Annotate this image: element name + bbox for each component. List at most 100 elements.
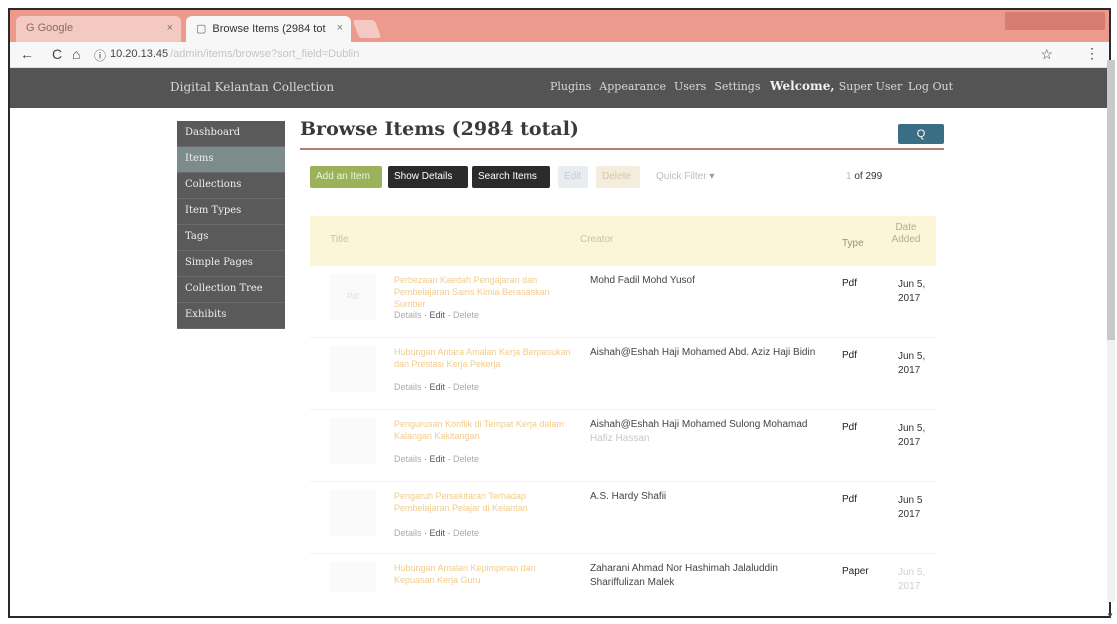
delete-link[interactable]: Delete xyxy=(453,310,479,320)
creator-name-extra: Shariffulizan Malek xyxy=(590,577,675,588)
item-thumbnail[interactable] xyxy=(330,562,376,592)
details-link[interactable]: Details xyxy=(394,528,422,538)
show-details-button[interactable]: Show Details xyxy=(388,166,468,188)
nav-appearance[interactable]: Appearance xyxy=(599,80,666,93)
quick-filter-dropdown[interactable]: Quick Filter ▾ xyxy=(656,171,714,182)
item-thumbnail[interactable]: Pdf xyxy=(330,274,376,320)
welcome-label: Welcome, xyxy=(770,79,835,93)
row-actions: Details · Edit · Delete xyxy=(394,454,480,464)
admin-sidebar: Dashboard Items Collections Item Types T… xyxy=(177,121,285,329)
back-arrow-icon[interactable]: ← xyxy=(20,46,34,62)
url-path: /admin/items/browse?sort_field=Dublin xyxy=(170,48,360,60)
info-icon[interactable]: ⓘ xyxy=(94,47,106,64)
column-creator[interactable]: Creator xyxy=(580,234,613,245)
item-title-link[interactable]: Hubungan Amalan Kepimpinan dan Kepuasan … xyxy=(394,562,572,586)
creator-name: Aishah@Eshah Haji Mohamed Sulong Mohamad xyxy=(590,419,808,430)
date-month: Jun 5, xyxy=(898,279,926,290)
edit-link[interactable]: Edit xyxy=(430,454,446,464)
table-header: Title Creator Type Date Added xyxy=(310,216,936,266)
nav-settings[interactable]: Settings xyxy=(714,80,760,93)
edit-link[interactable]: Edit xyxy=(430,528,446,538)
item-title-link[interactable]: Perbezaan Kaedah Pengajaran dan Pembelaj… xyxy=(394,274,572,310)
new-tab-button[interactable] xyxy=(352,20,382,38)
date-year: 2017 xyxy=(898,509,921,520)
batch-delete-button[interactable]: Delete xyxy=(596,166,640,188)
add-item-button[interactable]: Add an Item xyxy=(310,166,382,188)
bookmark-star-icon[interactable]: ☆ xyxy=(1040,46,1053,63)
browser-tab-bar: G Google × ▢ Browse Items (2984 tot × xyxy=(10,10,1109,42)
browser-menu-icon[interactable]: ⋮ xyxy=(1085,45,1099,62)
sidebar-item-items[interactable]: Items xyxy=(177,147,285,173)
sidebar-item-exhibits[interactable]: Exhibits xyxy=(177,303,285,329)
details-link[interactable]: Details xyxy=(394,310,422,320)
scroll-down-icon[interactable]: ▼ xyxy=(1106,611,1114,620)
sidebar-item-collection-tree[interactable]: Collection Tree xyxy=(177,277,285,303)
date-year: 2017 xyxy=(898,365,921,376)
tab-label: Browse Items (2984 tot xyxy=(212,23,326,35)
items-toolbar: Add an Item Show Details Search Items Ed… xyxy=(300,166,948,190)
item-thumbnail[interactable] xyxy=(330,490,376,536)
table-row: Hubungan Antara Amalan Kerja Berpasukan … xyxy=(310,338,936,410)
item-title-link[interactable]: Hubungan Antara Amalan Kerja Berpasukan … xyxy=(394,346,572,370)
search-icon: Q xyxy=(916,128,926,140)
admin-header: Digital Kelantan Collection Plugins Appe… xyxy=(10,68,1109,108)
row-actions: Details · Edit · Delete xyxy=(394,310,480,320)
url-field[interactable]: 10.20.13.45/admin/items/browse?sort_fiel… xyxy=(110,48,359,60)
item-type: Paper xyxy=(842,566,869,577)
reload-icon[interactable]: C xyxy=(52,46,62,62)
item-creator: A.S. Hardy Shafii xyxy=(590,491,667,502)
item-type: Pdf xyxy=(842,494,858,505)
tab-label: G Google xyxy=(26,22,74,34)
welcome-text: Welcome, Super User xyxy=(770,79,902,93)
column-date-added[interactable]: Date Added xyxy=(890,222,922,246)
row-actions: Details · Edit · Delete xyxy=(394,528,480,538)
item-creator: Mohd Fadil Mohd Yusof xyxy=(590,275,695,286)
sidebar-item-collections[interactable]: Collections xyxy=(177,173,285,199)
page-input[interactable]: 1 xyxy=(846,171,852,182)
edit-link[interactable]: Edit xyxy=(430,310,446,320)
close-icon[interactable]: × xyxy=(167,22,173,34)
details-link[interactable]: Details xyxy=(394,382,422,392)
date-month: Jun 5, xyxy=(898,567,926,578)
search-items-button[interactable]: Search Items xyxy=(472,166,550,188)
item-type: Pdf xyxy=(842,422,858,433)
logout-link[interactable]: Log Out xyxy=(908,80,953,93)
date-year: 2017 xyxy=(898,437,921,448)
home-icon[interactable]: ⌂ xyxy=(72,46,80,62)
delete-link[interactable]: Delete xyxy=(453,528,479,538)
sidebar-item-simple-pages[interactable]: Simple Pages xyxy=(177,251,285,277)
scrollbar-thumb[interactable] xyxy=(1107,60,1115,340)
batch-edit-button[interactable]: Edit xyxy=(558,166,588,188)
nav-users[interactable]: Users xyxy=(674,80,706,93)
edit-link[interactable]: Edit xyxy=(430,382,446,392)
admin-nav: Plugins Appearance Users Settings xyxy=(550,80,761,93)
delete-link[interactable]: Delete xyxy=(453,382,479,392)
creator-name: Zaharani Ahmad Nor Hashimah Jalaluddin xyxy=(590,563,778,574)
sidebar-item-dashboard[interactable]: Dashboard xyxy=(177,121,285,147)
item-thumbnail[interactable] xyxy=(330,418,376,464)
tab-browse-items[interactable]: ▢ Browse Items (2984 tot × xyxy=(186,16,351,42)
search-button[interactable]: Q xyxy=(898,124,944,144)
column-type[interactable]: Type xyxy=(842,238,864,249)
column-title[interactable]: Title xyxy=(330,234,349,245)
site-title[interactable]: Digital Kelantan Collection xyxy=(170,80,334,94)
date-year: 2017 xyxy=(898,293,921,304)
window-controls[interactable] xyxy=(1005,12,1105,30)
close-icon[interactable]: × xyxy=(337,22,343,34)
date-month: Jun 5, xyxy=(898,351,926,362)
item-type: Pdf xyxy=(842,278,858,289)
item-thumbnail[interactable] xyxy=(330,346,376,392)
user-link[interactable]: Super User xyxy=(839,80,903,93)
tab-google[interactable]: G Google × xyxy=(16,16,181,42)
item-title-link[interactable]: Pengurusan Konflik di Tempat Kerja dalam… xyxy=(394,418,572,442)
details-link[interactable]: Details xyxy=(394,454,422,464)
delete-link[interactable]: Delete xyxy=(453,454,479,464)
creator-name-extra: Hafiz Hassan xyxy=(590,433,650,444)
item-title-link[interactable]: Pengaruh Persekitaran Terhadap Pembelaja… xyxy=(394,490,572,514)
date-month: Jun 5, xyxy=(898,423,926,434)
page-total: of 299 xyxy=(854,171,883,182)
sidebar-item-item-types[interactable]: Item Types xyxy=(177,199,285,225)
nav-plugins[interactable]: Plugins xyxy=(550,80,591,93)
chevron-down-icon: ▾ xyxy=(709,171,715,182)
sidebar-item-tags[interactable]: Tags xyxy=(177,225,285,251)
